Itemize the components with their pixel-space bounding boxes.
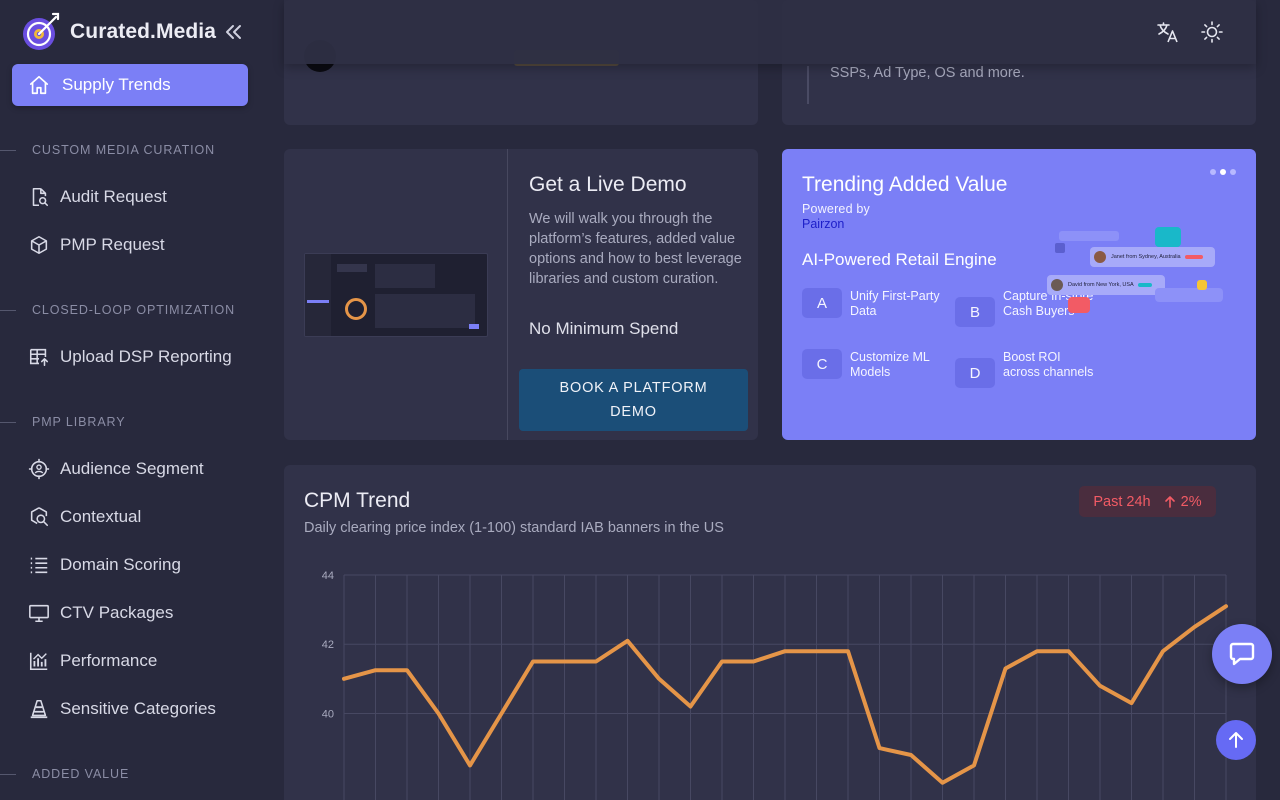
contextual-search-icon xyxy=(30,507,49,527)
demo-image-panel xyxy=(284,149,508,440)
section-label: CLOSED-LOOP OPTIMIZATION xyxy=(32,303,236,317)
carousel-dot-active[interactable] xyxy=(1220,169,1226,175)
brand-name: Curated.Media xyxy=(70,20,216,43)
nav-item-audit-request[interactable]: Audit Request xyxy=(28,179,248,215)
trending-title: Trending Added Value xyxy=(802,173,1008,196)
engine-title: AI-Powered Retail Engine xyxy=(802,250,997,269)
partner-link[interactable]: Pairzon xyxy=(802,217,844,231)
cube-icon xyxy=(30,235,48,255)
sidebar: Curated.Media Supply Trends CUSTOM MEDIA… xyxy=(0,0,260,800)
illustration-card-text: David from New York, USA xyxy=(1068,282,1134,288)
cpm-trend-card: CPM Trend Daily clearing price index (1-… xyxy=(284,465,1256,800)
nav-item-supply-trends[interactable]: Supply Trends xyxy=(12,64,248,106)
button-label-line1: BOOK A PLATFORM xyxy=(559,380,708,396)
theme-toggle-icon[interactable] xyxy=(1200,20,1224,44)
nav-item-label: Domain Scoring xyxy=(60,555,181,574)
powered-by-label: Powered by xyxy=(802,202,871,216)
carousel-dots xyxy=(1210,169,1236,175)
chat-bubble-icon xyxy=(1229,642,1255,666)
nav-item-label: Contextual xyxy=(60,507,142,526)
tv-icon xyxy=(29,604,49,623)
nav-item-pmp-request[interactable]: PMP Request xyxy=(28,227,248,263)
step-text: Customize ML Models xyxy=(850,350,930,379)
top-bar xyxy=(284,0,1256,64)
arrow-up-icon xyxy=(1229,732,1243,748)
section-label: CUSTOM MEDIA CURATION xyxy=(32,143,216,157)
live-demo-card: Get a Live Demo We will walk you through… xyxy=(284,149,758,440)
y-tick-label: 42 xyxy=(322,639,334,651)
home-icon xyxy=(29,75,49,95)
book-demo-button[interactable]: BOOK A PLATFORM DEMO xyxy=(519,369,748,431)
nav-item-label: Audit Request xyxy=(60,187,167,206)
divider xyxy=(807,66,809,104)
carousel-dot[interactable] xyxy=(1210,169,1216,175)
summary-text: SSPs, Ad Type, OS and more. xyxy=(830,65,1025,81)
demo-spend-note: No Minimum Spend xyxy=(529,319,679,338)
nav-item-domain-scoring[interactable]: Domain Scoring xyxy=(28,547,248,583)
nav-item-label: Audience Segment xyxy=(60,459,204,478)
cpm-line-chart: 40 42 44 xyxy=(322,570,1228,800)
nav-item-performance[interactable]: Performance xyxy=(28,643,248,679)
nav-item-label: Upload DSP Reporting xyxy=(60,347,232,366)
step-letter: A xyxy=(802,288,842,318)
nav-item-label: PMP Request xyxy=(60,235,165,254)
y-tick-label: 44 xyxy=(322,570,334,582)
platform-screenshot-thumbnail xyxy=(304,253,488,337)
list-icon xyxy=(30,557,48,574)
step-text: Unify First-Party Data xyxy=(850,289,940,318)
table-upload-icon xyxy=(29,348,49,367)
y-tick-label: 40 xyxy=(322,708,334,720)
step-d: D Boost ROI across channels xyxy=(955,349,1095,388)
nav-item-contextual[interactable]: Contextual xyxy=(28,499,248,535)
step-c: C Customize ML Models xyxy=(802,349,942,380)
step-letter: C xyxy=(802,349,842,379)
performance-chart-icon xyxy=(29,652,48,671)
translate-icon[interactable] xyxy=(1156,20,1180,44)
button-label-line2: DEMO xyxy=(610,404,657,420)
section-pmp-library: PMP LIBRARY xyxy=(0,414,260,430)
collapse-sidebar-button[interactable] xyxy=(222,20,244,44)
trending-added-value-card: Trending Added Value Powered by Pairzon … xyxy=(782,149,1256,440)
brand[interactable]: Curated.Media xyxy=(20,12,216,52)
retail-engine-illustration: Janet from Sydney, Australia David from … xyxy=(1047,227,1227,317)
section-label: ADDED VALUE xyxy=(32,767,130,781)
step-a: A Unify First-Party Data xyxy=(802,288,942,319)
demo-description: We will walk you through the platform’s … xyxy=(529,211,742,287)
step-letter: B xyxy=(955,297,995,327)
section-label: PMP LIBRARY xyxy=(32,415,126,429)
logo-icon xyxy=(23,12,60,50)
audience-target-icon xyxy=(28,458,50,480)
document-search-icon xyxy=(32,187,49,207)
nav-item-upload-dsp-reporting[interactable]: Upload DSP Reporting xyxy=(28,339,248,375)
section-closed-loop-optimization: CLOSED-LOOP OPTIMIZATION xyxy=(0,302,260,318)
carousel-dot[interactable] xyxy=(1230,169,1236,175)
nav-item-label: Supply Trends xyxy=(62,75,171,94)
nav-item-label: CTV Packages xyxy=(60,603,174,622)
scroll-to-top-button[interactable] xyxy=(1216,720,1256,760)
chevrons-left-icon xyxy=(226,25,241,39)
cone-icon xyxy=(30,699,48,719)
nav-item-sensitive-categories[interactable]: Sensitive Categories xyxy=(28,691,248,727)
step-letter: D xyxy=(955,358,995,388)
section-added-value: ADDED VALUE xyxy=(0,766,260,782)
nav-item-label: Performance xyxy=(60,651,158,670)
demo-title: Get a Live Demo xyxy=(529,173,687,196)
chat-button[interactable] xyxy=(1212,624,1272,684)
step-text: Boost ROI across channels xyxy=(1003,350,1094,379)
section-custom-media-curation: CUSTOM MEDIA CURATION xyxy=(0,142,260,158)
illustration-card-text: Janet from Sydney, Australia xyxy=(1111,254,1181,260)
nav-item-label: Sensitive Categories xyxy=(60,699,216,718)
nav-item-audience-segment[interactable]: Audience Segment xyxy=(28,451,248,487)
nav-item-ctv-packages[interactable]: CTV Packages xyxy=(28,595,248,631)
